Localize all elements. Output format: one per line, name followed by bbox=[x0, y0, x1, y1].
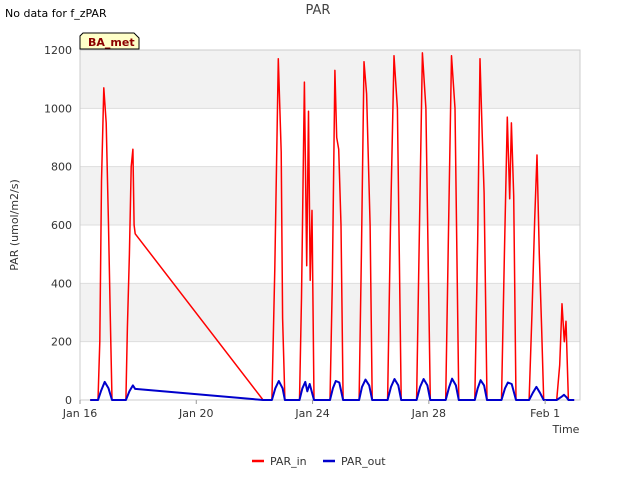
badge-label: BA_met bbox=[88, 36, 135, 49]
y-tick-label: 0 bbox=[65, 394, 72, 407]
y-tick-label: 400 bbox=[51, 277, 72, 290]
no-data-notice: No data for f_zPAR bbox=[5, 7, 107, 20]
x-tick-label: Jan 20 bbox=[178, 407, 213, 420]
y-tick-label: 200 bbox=[51, 336, 72, 349]
y-tick-label: 600 bbox=[51, 219, 72, 232]
legend-label: PAR_in bbox=[270, 455, 307, 468]
x-tick-label: Jan 16 bbox=[62, 407, 97, 420]
x-axis-label: Time bbox=[552, 423, 580, 436]
x-tick-label: Jan 28 bbox=[411, 407, 446, 420]
plot-band bbox=[80, 283, 580, 342]
y-tick-label: 800 bbox=[51, 161, 72, 174]
legend-label: PAR_out bbox=[341, 455, 386, 468]
par-line-chart: 0 200 400 600 800 1000 1200 Jan 16 Jan 20 Jan 24 J… bbox=[8, 3, 581, 468]
chart-root: No data for f_zPAR 0 200 400 600 800 1000 1200… bbox=[0, 0, 640, 480]
site-badge: BA_met bbox=[79, 32, 140, 50]
chart-title: PAR bbox=[306, 3, 331, 18]
legend: PAR_in PAR_out bbox=[252, 455, 386, 468]
plot-band bbox=[80, 50, 580, 109]
x-tick-label: Jan 24 bbox=[294, 407, 329, 420]
x-tick-label: Feb 1 bbox=[530, 407, 560, 420]
y-tick-label: 1000 bbox=[44, 102, 72, 115]
y-tick-label: 1200 bbox=[44, 44, 72, 57]
y-axis-label: PAR (umol/m2/s) bbox=[8, 179, 21, 271]
